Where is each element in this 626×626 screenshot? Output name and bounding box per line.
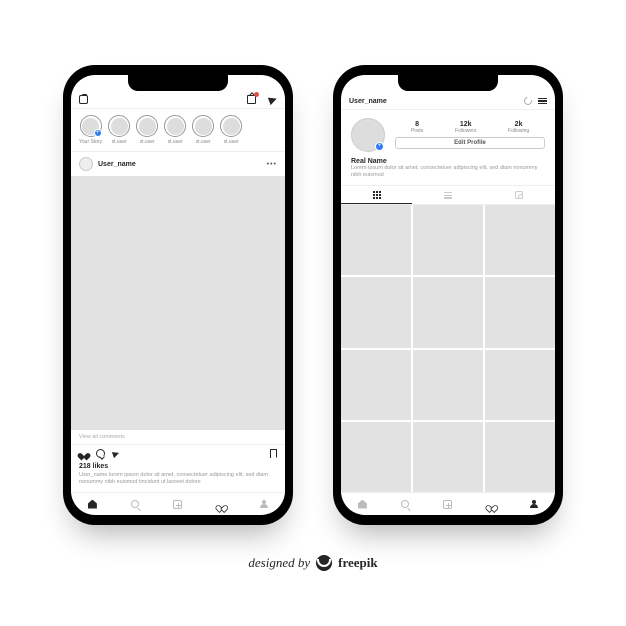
notification-dot xyxy=(254,92,259,97)
tab-profile[interactable] xyxy=(512,493,555,515)
post-thumb[interactable] xyxy=(485,277,555,347)
heart-icon xyxy=(487,501,495,509)
profile-bio: Real Name Lorem ipsum dolor sit amet, co… xyxy=(341,156,555,185)
home-icon xyxy=(88,500,97,509)
profile-screen: User_name + 8Posts 12kFollowers 2kFollow… xyxy=(341,75,555,515)
list-icon xyxy=(444,192,452,199)
post-thumb[interactable] xyxy=(485,350,555,420)
post-thumb[interactable] xyxy=(341,277,411,347)
bookmark-icon[interactable] xyxy=(270,449,277,458)
tab-add[interactable] xyxy=(427,493,470,515)
posts-grid xyxy=(341,205,555,492)
plus-icon: + xyxy=(375,142,384,151)
notch xyxy=(128,75,228,91)
share-icon[interactable] xyxy=(112,450,120,458)
post-caption: User_name lorem ipsum dolor sit amet, co… xyxy=(71,470,285,492)
post-thumb[interactable] xyxy=(485,205,555,275)
profile-bio-text: Lorem ipsum dolor sit amet, consectetuer… xyxy=(351,165,545,179)
stat-following[interactable]: 2kFollowing xyxy=(508,121,529,134)
tab-home[interactable] xyxy=(71,493,114,515)
send-icon[interactable] xyxy=(268,94,278,104)
tab-activity[interactable] xyxy=(469,493,512,515)
post-thumb[interactable] xyxy=(413,205,483,275)
post-thumb[interactable] xyxy=(341,422,411,492)
camera-icon[interactable] xyxy=(79,95,88,104)
comment-icon[interactable] xyxy=(96,449,105,458)
profile-real-name: Real Name xyxy=(351,158,545,165)
reload-icon[interactable] xyxy=(523,96,534,107)
profile-username[interactable]: User_name xyxy=(349,98,518,105)
menu-icon[interactable] xyxy=(538,98,547,104)
plus-icon: + xyxy=(94,129,102,137)
tab-grid[interactable] xyxy=(341,186,412,204)
stories-row[interactable]: +Your Story st.user st.user st.user st.u… xyxy=(71,109,285,152)
tv-icon-wrap[interactable] xyxy=(247,95,261,104)
post-username[interactable]: User_name xyxy=(98,161,136,168)
heart-icon xyxy=(217,501,225,509)
tab-tagged[interactable] xyxy=(484,186,555,204)
profile-stats: 8Posts 12kFollowers 2kFollowing Edit Pro… xyxy=(395,121,545,149)
plus-square-icon xyxy=(173,500,182,509)
home-icon xyxy=(358,500,367,509)
tagged-icon xyxy=(515,191,523,199)
tab-search[interactable] xyxy=(114,493,157,515)
credit-brand: freepik xyxy=(338,555,377,571)
search-icon xyxy=(131,500,139,508)
stat-posts[interactable]: 8Posts xyxy=(411,121,424,134)
tab-profile[interactable] xyxy=(242,493,285,515)
search-icon xyxy=(401,500,409,508)
post-thumb[interactable] xyxy=(341,205,411,275)
tab-bar xyxy=(71,492,285,515)
post-image[interactable] xyxy=(71,176,285,430)
more-icon[interactable]: ••• xyxy=(267,161,277,168)
story-your-story[interactable]: +Your Story xyxy=(79,115,102,145)
feed-screen: +Your Story st.user st.user st.user st.u… xyxy=(71,75,285,515)
tab-add[interactable] xyxy=(157,493,200,515)
post-thumb[interactable] xyxy=(413,277,483,347)
post-thumb[interactable] xyxy=(413,350,483,420)
story-item[interactable]: st.user xyxy=(192,115,214,145)
notch xyxy=(398,75,498,91)
story-item[interactable]: st.user xyxy=(108,115,130,145)
likes-count[interactable]: 218 likes xyxy=(71,463,285,470)
story-item[interactable]: st.user xyxy=(136,115,158,145)
profile-header: User_name xyxy=(341,93,555,110)
freepik-logo-icon xyxy=(316,555,332,571)
post-thumb[interactable] xyxy=(341,350,411,420)
edit-profile-button[interactable]: Edit Profile xyxy=(395,137,545,149)
post-avatar[interactable] xyxy=(79,157,93,171)
plus-square-icon xyxy=(443,500,452,509)
feed-header xyxy=(71,93,285,109)
tab-bar xyxy=(341,492,555,515)
phone-profile: User_name + 8Posts 12kFollowers 2kFollow… xyxy=(333,65,563,525)
person-icon xyxy=(260,500,268,508)
grid-icon xyxy=(373,191,381,199)
phone-feed: +Your Story st.user st.user st.user st.u… xyxy=(63,65,293,525)
tab-activity[interactable] xyxy=(199,493,242,515)
credit-pre: designed by xyxy=(248,555,310,571)
story-item[interactable]: st.user xyxy=(220,115,242,145)
tab-home[interactable] xyxy=(341,493,384,515)
post-thumb[interactable] xyxy=(485,422,555,492)
like-icon[interactable] xyxy=(79,449,89,459)
view-all-comments[interactable]: View all comments xyxy=(71,430,285,444)
post-thumb[interactable] xyxy=(413,422,483,492)
story-item[interactable]: st.user xyxy=(164,115,186,145)
tab-list[interactable] xyxy=(412,186,483,204)
attribution: designed by freepik xyxy=(248,555,377,571)
tab-search[interactable] xyxy=(384,493,427,515)
stat-followers[interactable]: 12kFollowers xyxy=(455,121,476,134)
person-icon xyxy=(530,500,538,508)
profile-tabs xyxy=(341,185,555,205)
profile-avatar[interactable]: + xyxy=(351,118,385,152)
post-header: User_name ••• xyxy=(71,152,285,176)
profile-top: + 8Posts 12kFollowers 2kFollowing Edit P… xyxy=(341,110,555,156)
post-actions xyxy=(71,444,285,463)
